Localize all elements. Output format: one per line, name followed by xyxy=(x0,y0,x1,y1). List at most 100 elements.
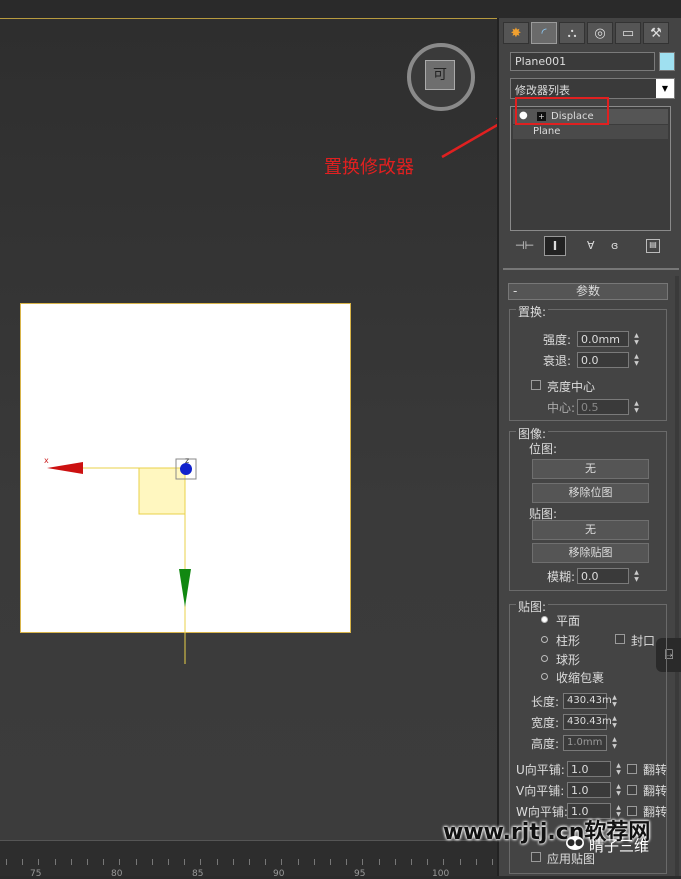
cylindrical-radio[interactable] xyxy=(541,636,548,643)
ruler-label: 75 xyxy=(30,869,42,879)
v-flip-checkbox[interactable] xyxy=(627,785,637,795)
strength-label: 强度: xyxy=(543,333,572,347)
gizmo-x-label: x xyxy=(44,456,49,465)
motion-tab-icon[interactable]: ◎ xyxy=(587,22,613,44)
stack-item-label: Plane xyxy=(533,126,561,137)
apply-map-checkbox[interactable] xyxy=(531,852,541,862)
show-end-result-icon[interactable]: I xyxy=(544,236,566,256)
cylindrical-label: 柱形 xyxy=(556,634,581,648)
ruler-tick xyxy=(184,859,186,865)
height-spinner-icon[interactable]: ▲ ▼ xyxy=(609,736,620,750)
v-tile-input[interactable]: 1.0 xyxy=(567,782,611,798)
rollout-header[interactable]: - 参数 xyxy=(508,283,668,300)
length-input[interactable]: 430.43m xyxy=(563,693,612,709)
u-tile-spinner-icon[interactable]: ▲ ▼ xyxy=(613,762,624,776)
ruler-tick xyxy=(346,859,348,865)
width-spinner-icon[interactable]: ▲ ▼ xyxy=(609,715,620,729)
center-input[interactable]: 0.5 xyxy=(577,399,629,415)
width-label: 宽度: xyxy=(531,716,560,730)
hierarchy-tab-icon[interactable]: ⛬ xyxy=(559,22,585,44)
ruler-tick xyxy=(265,859,267,865)
stack-item-plane[interactable]: Plane xyxy=(513,125,668,139)
ruler-tick xyxy=(119,859,121,865)
highlight-box xyxy=(515,97,609,125)
u-tile-input[interactable]: 1.0 xyxy=(567,761,611,777)
ruler-label: 100 xyxy=(432,869,450,879)
ruler-tick xyxy=(216,859,218,865)
remove-bitmap-button[interactable]: 移除位图 xyxy=(532,483,649,503)
make-unique-icon[interactable]: ∀ xyxy=(587,239,595,252)
ruler-tick xyxy=(459,859,461,865)
ruler-tick xyxy=(411,859,412,865)
xy-plane-handle xyxy=(138,467,186,515)
u-flip-checkbox[interactable] xyxy=(627,764,637,774)
y-axis-arrow xyxy=(179,569,191,607)
ruler-tick xyxy=(103,859,105,865)
viewport[interactable]: 可 x z 置换修改器 xyxy=(0,18,497,840)
ruler-label: 80 xyxy=(111,869,123,879)
remove-modifier-icon[interactable]: ɞ xyxy=(611,239,618,252)
top-toolbar-strip xyxy=(0,0,681,18)
ruler-tick xyxy=(54,859,56,865)
luminance-center-checkbox[interactable] xyxy=(531,380,541,390)
modifier-list-dropdown[interactable]: 修改器列表 xyxy=(510,78,675,99)
planar-radio[interactable] xyxy=(541,616,548,623)
height-input[interactable]: 1.0mm xyxy=(563,735,607,751)
decay-spinner-icon[interactable]: ▲ ▼ xyxy=(631,353,642,367)
ruler-tick xyxy=(281,859,283,865)
blur-spinner-icon[interactable]: ▲ ▼ xyxy=(631,569,642,583)
cap-checkbox[interactable] xyxy=(615,634,625,644)
pin-stack-icon[interactable]: ⊣⊢ xyxy=(515,239,534,252)
ruler-tick xyxy=(297,859,299,865)
ruler-tick xyxy=(151,859,153,865)
u-tile-label: U向平铺: xyxy=(516,763,565,777)
scroll-track[interactable] xyxy=(675,276,679,876)
ruler-tick xyxy=(87,859,88,865)
blur-input[interactable]: 0.0 xyxy=(577,568,629,584)
displace-group-title: 置换: xyxy=(516,303,549,320)
bitmap-button[interactable]: 无 xyxy=(532,459,649,479)
strength-spinner-icon[interactable]: ▲ ▼ xyxy=(631,332,642,346)
create-tab-icon[interactable]: ✸ xyxy=(503,22,529,44)
configure-sets-icon[interactable]: ▤ xyxy=(646,239,660,253)
remove-map-button[interactable]: 移除贴图 xyxy=(532,543,649,563)
ruler-label: 90 xyxy=(273,869,285,879)
panel-divider xyxy=(503,268,679,270)
ruler-tick xyxy=(443,859,445,865)
timeline-ruler[interactable]: 75 80 85 90 95 100 xyxy=(0,840,497,879)
decay-label: 衰退: xyxy=(543,354,572,368)
ruler-tick xyxy=(38,859,40,865)
center-label: 中心: xyxy=(547,401,576,415)
length-spinner-icon[interactable]: ▲ ▼ xyxy=(609,694,620,708)
luminance-center-label: 亮度中心 xyxy=(547,380,596,394)
object-name-field[interactable]: Plane001 xyxy=(510,52,655,71)
watermark-account: 晴子三维 xyxy=(589,837,650,855)
ruler-tick xyxy=(6,859,7,865)
dropdown-arrow-icon[interactable]: ▼ xyxy=(656,79,674,98)
ruler-tick xyxy=(249,859,250,865)
strength-input[interactable]: 0.0mm xyxy=(577,331,629,347)
ruler-tick xyxy=(378,859,380,865)
ruler-label: 95 xyxy=(354,869,366,879)
decay-input[interactable]: 0.0 xyxy=(577,352,629,368)
shrink-wrap-label: 收缩包裹 xyxy=(556,671,605,685)
v-tile-spinner-icon[interactable]: ▲ ▼ xyxy=(613,783,624,797)
display-tab-icon[interactable]: ▭ xyxy=(615,22,641,44)
transform-gizmo[interactable] xyxy=(0,19,497,840)
ruler-tick xyxy=(313,859,315,865)
object-color-swatch[interactable] xyxy=(659,52,675,71)
width-input[interactable]: 430.43m xyxy=(563,714,612,730)
x-axis-arrow xyxy=(47,462,83,474)
blur-label: 模糊: xyxy=(547,570,576,584)
spherical-label: 球形 xyxy=(556,653,581,667)
shrink-wrap-radio[interactable] xyxy=(541,673,548,680)
ruler-tick xyxy=(492,859,493,865)
bitmap-label: 位图: xyxy=(529,442,558,456)
v-tile-label: V向平铺: xyxy=(516,784,565,798)
modify-tab-icon[interactable]: ◜ xyxy=(531,22,557,44)
map-button[interactable]: 无 xyxy=(532,520,649,540)
center-spinner-icon[interactable]: ▲ ▼ xyxy=(631,400,642,414)
utilities-tab-icon[interactable]: ⚒ xyxy=(643,22,669,44)
ruler-tick xyxy=(427,859,429,865)
spherical-radio[interactable] xyxy=(541,655,548,662)
